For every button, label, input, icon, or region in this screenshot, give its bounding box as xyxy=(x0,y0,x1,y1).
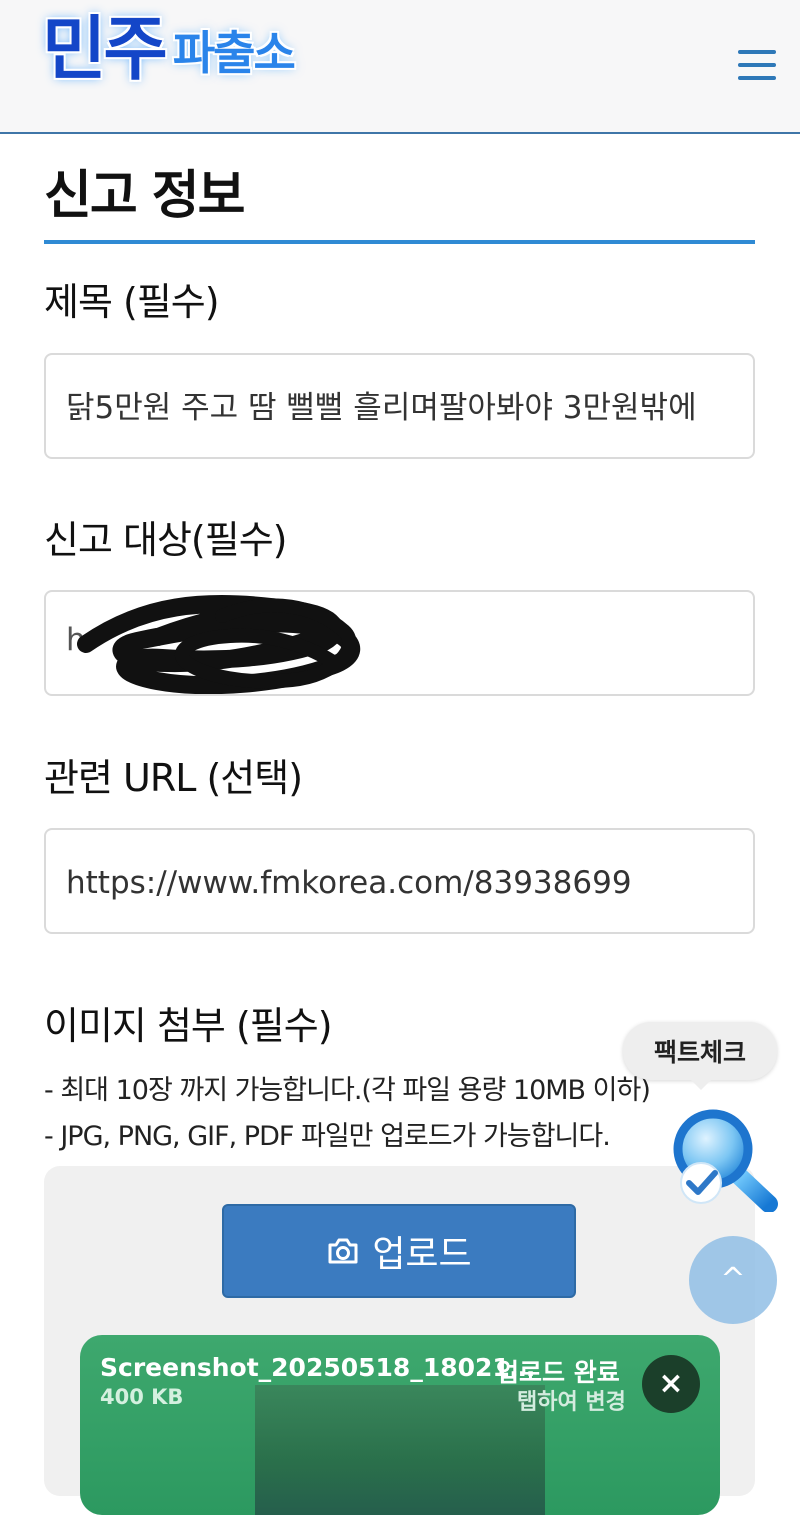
menu-line-icon xyxy=(738,63,776,67)
related-url-input[interactable]: https://www.fmkorea.com/83938699 xyxy=(44,828,755,934)
upload-button[interactable]: 업로드 xyxy=(222,1204,576,1298)
menu-line-icon xyxy=(738,76,776,80)
title-input-value: 닭5만원 주고 땀 뻘뻘 흘리며팔아봐야 3만원밖에 xyxy=(66,390,697,426)
remove-file-button[interactable]: × xyxy=(642,1355,700,1413)
factcheck-label: 팩트체크 xyxy=(653,1038,746,1067)
title-input[interactable]: 닭5만원 주고 땀 뻘뻘 흘리며팔아봐야 3만원밖에 xyxy=(44,353,755,459)
section-title: 신고 정보 xyxy=(44,166,245,226)
upload-button-label: 업로드 xyxy=(372,1234,472,1275)
logo-main-text: 민주 xyxy=(42,8,168,90)
tap-to-change-hint: 탭하여 변경 xyxy=(517,1390,626,1415)
report-target-label: 신고 대상(필수) xyxy=(44,518,287,562)
menu-line-icon xyxy=(738,50,776,54)
site-logo[interactable]: 민주 파출소 xyxy=(42,8,296,90)
report-form-content: 신고 정보 제목 (필수) 닭5만원 주고 땀 뻘뻘 흘리며팔아봐야 3만원밖에… xyxy=(44,156,756,1515)
chevron-up-icon: ^ xyxy=(720,1262,746,1297)
file-thumbnail-preview xyxy=(255,1385,545,1515)
scroll-to-top-button[interactable]: ^ xyxy=(689,1236,777,1324)
camera-icon xyxy=(328,1238,358,1264)
hamburger-menu-button[interactable] xyxy=(738,48,776,82)
title-field-label: 제목 (필수) xyxy=(44,280,220,324)
redaction-scribble xyxy=(77,594,361,694)
top-navigation-bar: 민주 파출소 xyxy=(0,0,800,134)
uploaded-file-size: 400 KB xyxy=(100,1385,184,1409)
section-divider xyxy=(44,240,755,244)
uploaded-file-name: Screenshot_20250518_18021… xyxy=(100,1353,535,1382)
upload-limit-hint: - 최대 10장 까지 가능합니다.(각 파일 용량 10MB 이하) xyxy=(44,1075,651,1106)
factcheck-tooltip[interactable]: 팩트체크 xyxy=(623,1022,777,1090)
close-icon: × xyxy=(658,1366,684,1401)
image-attachment-label: 이미지 첨부 (필수) xyxy=(44,1004,333,1048)
uploaded-file-card[interactable]: Screenshot_20250518_18021… 400 KB 업로드 완료… xyxy=(80,1335,720,1515)
report-target-input[interactable]: h xyxy=(44,590,755,696)
related-url-value: https://www.fmkorea.com/83938699 xyxy=(66,865,632,901)
related-url-label: 관련 URL (선택) xyxy=(44,756,303,800)
factcheck-magnifier-icon[interactable] xyxy=(668,1106,780,1212)
image-upload-area: 업로드 Screenshot_20250518_18021… 400 KB 업로… xyxy=(44,1166,755,1515)
logo-sub-text: 파출소 xyxy=(172,26,296,80)
file-type-hint: - JPG, PNG, GIF, PDF 파일만 업로드가 가능합니다. xyxy=(44,1121,611,1152)
